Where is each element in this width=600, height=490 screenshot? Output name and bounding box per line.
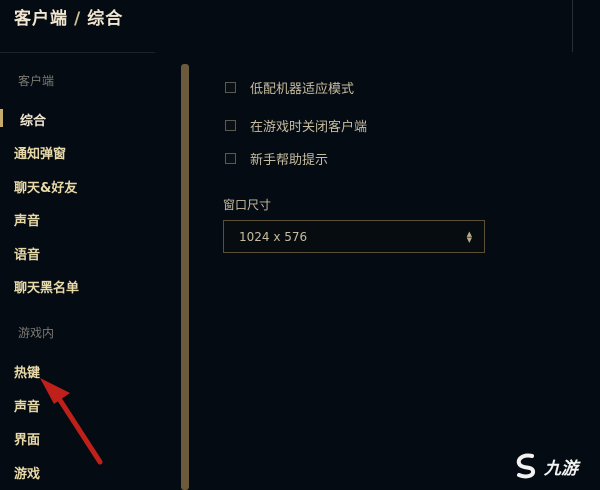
close-client-checkbox[interactable] bbox=[225, 120, 236, 131]
settings-window: 客户端 / 综合 客户端 综合 通知弹窗 聊天&好友 声音 语音 聊天黑名单 游戏内… bbox=[0, 0, 600, 490]
sidebar-item-voice[interactable]: 语音 bbox=[14, 244, 40, 263]
sidebar-item-hotkeys[interactable]: 热键 bbox=[14, 362, 40, 381]
checkbox-row-close-client[interactable]: 在游戏时关闭客户端 bbox=[225, 116, 367, 135]
watermark-text: 九游 bbox=[544, 458, 578, 479]
sidebar-item-general[interactable]: 综合 bbox=[20, 110, 46, 129]
up-down-chevron-icon: ▲ ▼ bbox=[466, 229, 472, 244]
jiuyou-logo-icon bbox=[516, 453, 536, 479]
breadcrumb-separator: / bbox=[74, 9, 82, 29]
checkbox-label: 在游戏时关闭客户端 bbox=[250, 120, 368, 135]
checkbox-row-low-spec[interactable]: 低配机器适应模式 bbox=[225, 78, 354, 97]
window-size-label: 窗口尺寸 bbox=[223, 198, 272, 212]
sidebar-item-chat-blacklist[interactable]: 聊天黑名单 bbox=[14, 277, 79, 296]
active-indicator bbox=[0, 109, 3, 127]
sidebar-item-ingame-sound[interactable]: 声音 bbox=[14, 396, 40, 415]
checkbox-row-tutorial-tips[interactable]: 新手帮助提示 bbox=[225, 149, 328, 168]
window-size-select[interactable]: 1024 x 576 ▲ ▼ bbox=[223, 220, 485, 253]
sidebar-item-chat-friends[interactable]: 聊天&好友 bbox=[14, 177, 77, 196]
settings-content: 低配机器适应模式 在游戏时关闭客户端 新手帮助提示 窗口尺寸 1024 x 57… bbox=[195, 60, 600, 490]
tutorial-tips-checkbox[interactable] bbox=[225, 153, 236, 164]
title-divider bbox=[0, 52, 155, 53]
breadcrumb: 客户端 / 综合 bbox=[14, 4, 123, 29]
sidebar-item-notifications[interactable]: 通知弹窗 bbox=[14, 143, 66, 162]
watermark-logo: 九游 bbox=[512, 452, 578, 480]
settings-sidebar: 客户端 综合 通知弹窗 聊天&好友 声音 语音 聊天黑名单 游戏内 热键 声音 … bbox=[0, 60, 180, 490]
sidebar-item-sound[interactable]: 声音 bbox=[14, 210, 40, 229]
window-size-value: 1024 x 576 bbox=[239, 229, 308, 244]
section-header-ingame: 游戏内 bbox=[18, 326, 55, 340]
page-title: 综合 bbox=[87, 9, 124, 29]
sidebar-scrollbar[interactable] bbox=[181, 64, 189, 490]
checkbox-label: 新手帮助提示 bbox=[250, 153, 329, 168]
low-spec-checkbox[interactable] bbox=[225, 82, 236, 93]
sidebar-item-interface[interactable]: 界面 bbox=[14, 429, 40, 448]
sidebar-item-game[interactable]: 游戏 bbox=[14, 463, 40, 482]
section-header-client: 客户端 bbox=[18, 74, 55, 88]
header-edge-divider bbox=[572, 0, 573, 52]
breadcrumb-parent[interactable]: 客户端 bbox=[14, 9, 68, 29]
checkbox-label: 低配机器适应模式 bbox=[250, 82, 355, 97]
